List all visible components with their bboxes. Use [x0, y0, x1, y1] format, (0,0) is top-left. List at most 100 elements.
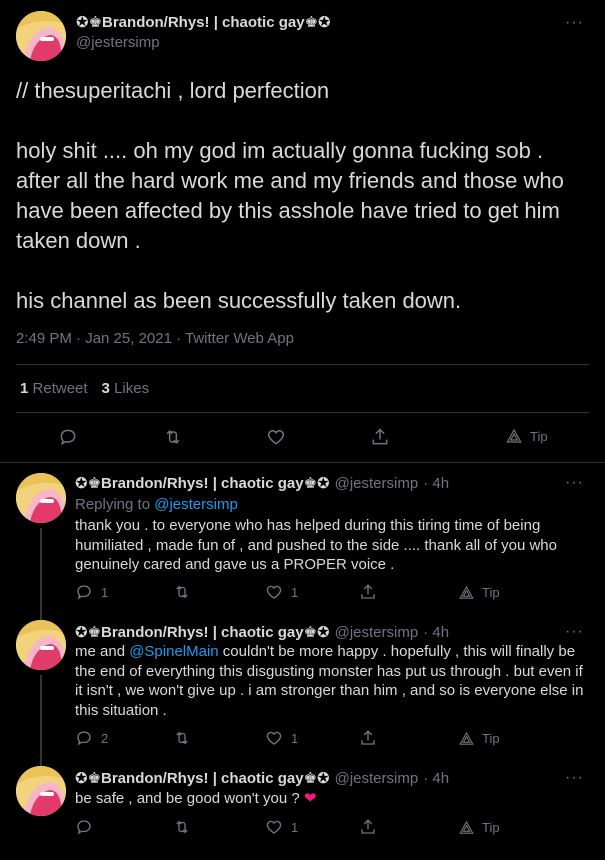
- reply-icon: [77, 820, 91, 835]
- like-button[interactable]: [266, 427, 286, 447]
- tweet-text: // thesuperitachi , lord perfection holy…: [16, 78, 564, 313]
- reply-text: be safe , and be good won't you ? ❤: [75, 789, 585, 809]
- reply-button[interactable]: 1: [75, 583, 108, 601]
- handle[interactable]: @jestersimp: [335, 624, 419, 641]
- reply-header: ✪♚Brandon/Rhys! | chaotic gay♚✪ @jesters…: [75, 474, 449, 492]
- reply-icon: [77, 585, 91, 600]
- more-icon[interactable]: ···: [565, 14, 584, 32]
- mention-link[interactable]: @SpinelMain: [129, 643, 218, 660]
- tweet-stats: 1 Retweet 3 Likes: [20, 380, 149, 397]
- avatar[interactable]: [16, 620, 66, 670]
- share-button[interactable]: [370, 427, 390, 447]
- likes-stat[interactable]: 3 Likes: [102, 380, 150, 397]
- thread-line: [40, 528, 42, 612]
- reply-tweet[interactable]: ✪♚Brandon/Rhys! | chaotic gay♚✪ @jesters…: [0, 464, 605, 612]
- tip-label: Tip: [530, 428, 548, 444]
- more-icon[interactable]: ···: [565, 623, 584, 641]
- tip-icon: [459, 820, 474, 834]
- retweet-icon: [166, 430, 180, 444]
- tip-button[interactable]: Tip: [506, 428, 548, 444]
- avatar-image: [16, 11, 66, 61]
- tip-label: Tip: [482, 820, 500, 835]
- share-button[interactable]: [359, 583, 377, 601]
- like-icon: [267, 429, 285, 445]
- avatar-image: [16, 620, 66, 670]
- reply-time[interactable]: · 4h: [423, 770, 449, 787]
- reply-icon: [77, 731, 91, 746]
- main-tweet: ✪♚Brandon/Rhys! | chaotic gay♚✪ @jesters…: [0, 0, 605, 463]
- replying-handle-link[interactable]: @jestersimp: [154, 496, 238, 513]
- tip-button[interactable]: Tip: [459, 585, 500, 600]
- reply-time[interactable]: · 4h: [423, 624, 449, 641]
- share-button[interactable]: [359, 729, 377, 747]
- display-name[interactable]: ✪♚Brandon/Rhys! | chaotic gay♚✪: [76, 13, 331, 31]
- avatar-image: [16, 473, 66, 523]
- display-name[interactable]: ✪♚Brandon/Rhys! | chaotic gay♚✪: [75, 474, 330, 492]
- more-icon[interactable]: ···: [565, 474, 584, 492]
- like-icon: [266, 820, 282, 834]
- reply-button[interactable]: 2: [75, 729, 108, 747]
- reply-header: ✪♚Brandon/Rhys! | chaotic gay♚✪ @jesters…: [75, 769, 449, 787]
- replying-prefix: Replying to: [75, 496, 151, 513]
- retweets-count: 1: [20, 380, 29, 397]
- tip-icon: [459, 585, 474, 599]
- like-button[interactable]: 1: [265, 583, 298, 601]
- reply-button[interactable]: [75, 818, 101, 836]
- retweet-icon: [176, 731, 188, 745]
- share-icon: [361, 819, 375, 834]
- reply-tweet[interactable]: ✪♚Brandon/Rhys! | chaotic gay♚✪ @jesters…: [0, 612, 605, 760]
- handle[interactable]: @jestersimp: [335, 770, 419, 787]
- like-count: 1: [291, 819, 299, 835]
- reply-button[interactable]: [58, 427, 78, 447]
- reply-header: ✪♚Brandon/Rhys! | chaotic gay♚✪ @jesters…: [75, 623, 449, 641]
- retweet-icon: [176, 820, 188, 834]
- thread-line: [40, 675, 42, 760]
- avatar[interactable]: [16, 473, 66, 523]
- reply-text-before: me and: [75, 643, 130, 660]
- thread-line: [40, 612, 42, 620]
- share-button[interactable]: [359, 818, 377, 836]
- handle[interactable]: @jestersimp: [76, 34, 331, 51]
- avatar-image: [16, 766, 66, 816]
- avatar[interactable]: [16, 766, 66, 816]
- share-icon: [361, 584, 375, 599]
- like-button[interactable]: 1: [265, 818, 298, 836]
- retweet-button[interactable]: [172, 729, 200, 747]
- tip-label: Tip: [482, 585, 500, 600]
- handle[interactable]: @jestersimp: [335, 475, 419, 492]
- share-icon: [372, 428, 388, 445]
- like-icon: [266, 731, 282, 745]
- retweet-button[interactable]: [172, 583, 200, 601]
- replying-to: Replying to @jestersimp: [75, 496, 238, 513]
- tweet-timestamp[interactable]: 2:49 PM · Jan 25, 2021 · Twitter Web App: [16, 330, 294, 347]
- reply-text-main: be safe , and be good won't you ?: [75, 790, 300, 807]
- like-button[interactable]: 1: [265, 729, 298, 747]
- divider: [16, 364, 589, 365]
- retweet-icon: [176, 585, 188, 599]
- tip-icon: [506, 428, 522, 443]
- reply-count: 2: [101, 730, 109, 746]
- retweets-stat[interactable]: 1 Retweet: [20, 380, 88, 397]
- display-name[interactable]: ✪♚Brandon/Rhys! | chaotic gay♚✪: [75, 623, 330, 641]
- retweets-label: Retweet: [32, 380, 88, 397]
- likes-label: Likes: [114, 380, 150, 397]
- tip-button[interactable]: Tip: [459, 820, 500, 835]
- tip-button[interactable]: Tip: [459, 731, 500, 746]
- reply-tweet[interactable]: ✪♚Brandon/Rhys! | chaotic gay♚✪ @jesters…: [0, 760, 605, 860]
- reply-icon: [60, 429, 76, 446]
- like-icon: [266, 585, 282, 599]
- tip-label: Tip: [482, 731, 500, 746]
- retweet-button[interactable]: [162, 427, 184, 447]
- reply-text: thank you . to everyone who has helped d…: [75, 517, 557, 573]
- heart-emoji: ❤: [303, 790, 317, 807]
- retweet-button[interactable]: [172, 818, 200, 836]
- like-count: 1: [291, 584, 299, 600]
- avatar[interactable]: [16, 11, 66, 61]
- reply-count: 1: [101, 584, 109, 600]
- reply-time[interactable]: · 4h: [423, 475, 449, 492]
- like-count: 1: [291, 730, 299, 746]
- more-icon[interactable]: ···: [565, 769, 584, 787]
- display-name[interactable]: ✪♚Brandon/Rhys! | chaotic gay♚✪: [75, 769, 330, 787]
- share-icon: [361, 730, 375, 745]
- reply-text: me and @SpinelMain couldn't be more happ…: [75, 642, 585, 720]
